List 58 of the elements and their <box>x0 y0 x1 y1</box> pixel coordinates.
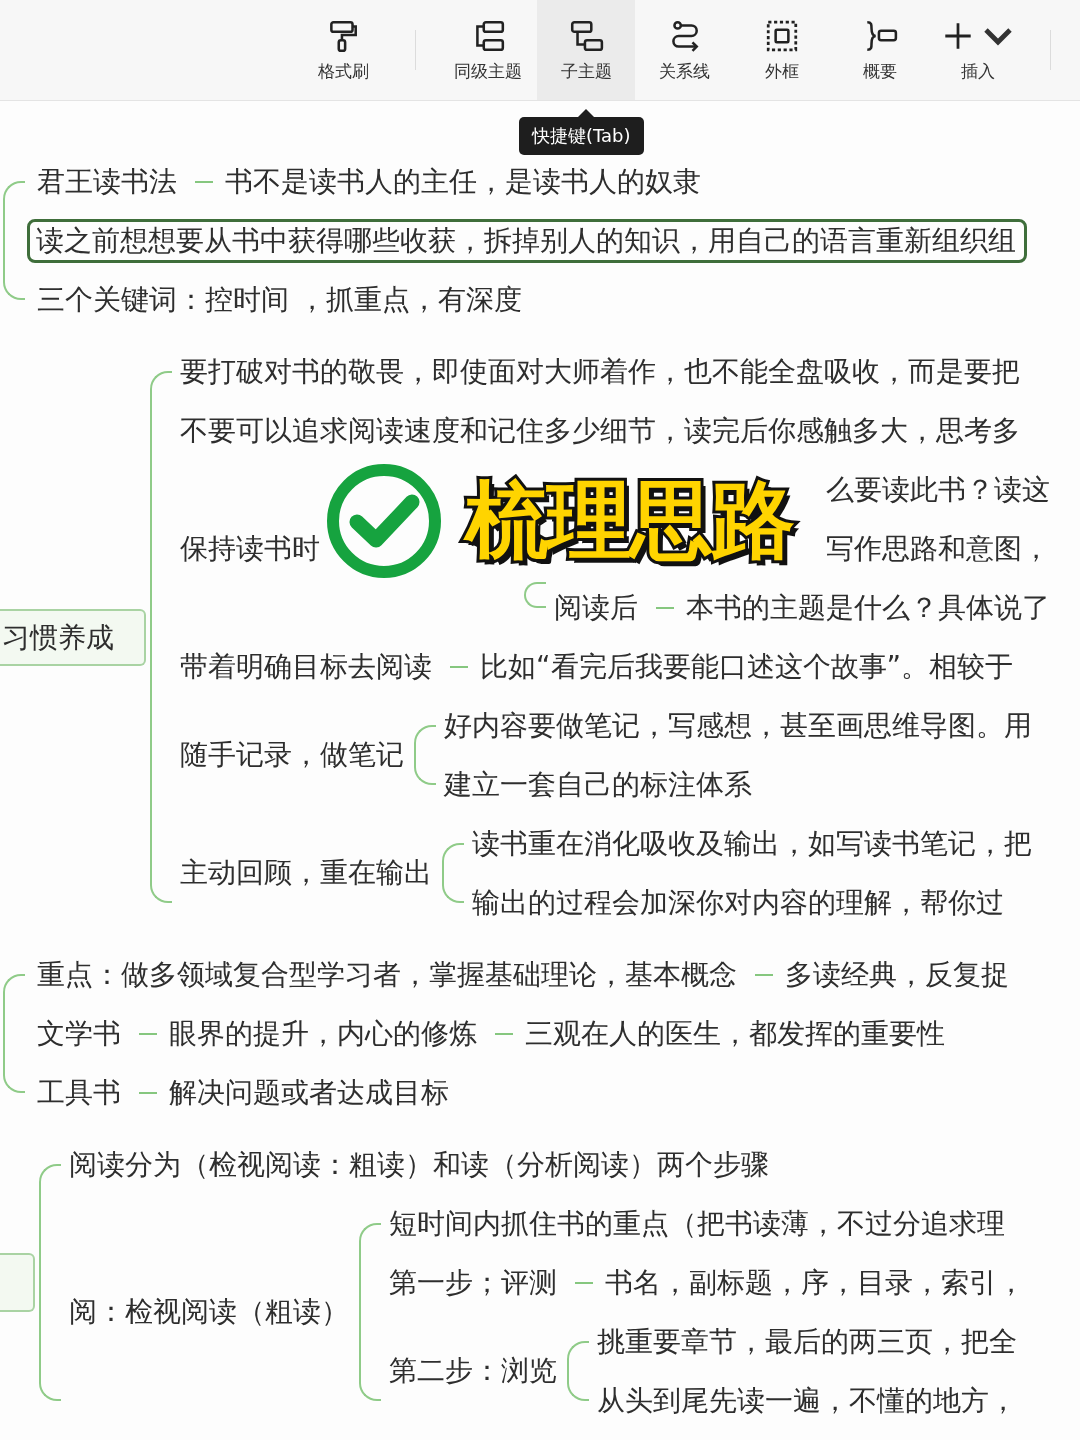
topic[interactable]: 保持读书时 <box>180 528 320 569</box>
topic[interactable]: 建立一套自己的标注体系 <box>444 764 752 805</box>
branch-line <box>442 843 464 903</box>
link-line <box>575 1281 593 1284</box>
topic-box[interactable]: 习惯养成 <box>0 608 146 666</box>
topic-box[interactable] <box>0 1253 35 1312</box>
branch-line <box>567 1341 589 1401</box>
topic[interactable]: 输出的过程会加深你对内容的理解，帮你过 <box>472 882 1004 923</box>
topic[interactable]: 带着明确目标去阅读 <box>180 646 432 687</box>
branch-line <box>524 582 546 608</box>
topic[interactable]: 阅读后 <box>554 587 638 628</box>
topic[interactable]: 眼界的提升，内心的修炼 <box>169 1013 477 1054</box>
topic[interactable]: 要打破对书的敬畏，即使面对大师着作，也不能全盘吸收，而是要把 <box>180 351 1020 392</box>
topic[interactable]: 不要可以追求阅读速度和记住多少细节，读完后你感触多大，思考多 <box>180 410 1020 451</box>
link-line <box>755 973 773 976</box>
topic[interactable]: 主动回顾，重在输出 <box>180 853 432 893</box>
toolbar-button[interactable]: 关系线 <box>635 0 733 100</box>
topic[interactable]: 阅：检视阅读（粗读） <box>69 1292 349 1332</box>
topic[interactable]: 短时间内抓住书的重点（把书读薄，不过分追求理 <box>389 1203 1005 1244</box>
topic[interactable]: 重点：做多领域复合型学习者，掌握基础理论，基本概念 <box>37 954 737 995</box>
toolbar-button[interactable]: 插入 <box>929 0 1027 100</box>
topic[interactable]: 解决问题或者达成目标 <box>169 1072 449 1113</box>
selected-topic[interactable]: 读之前想想要从书中获得哪些收获，拆掉别人的知识，用自己的语言重新组织组 <box>27 218 1027 263</box>
toolbar-button[interactable]: 格式刷 <box>294 0 392 100</box>
toolbar-button[interactable]: 外框 <box>733 0 831 100</box>
topic[interactable]: 书不是读书人的主任，是读书人的奴隶 <box>225 161 701 202</box>
link-line <box>450 665 468 668</box>
topic[interactable]: 三观在人的医生，都发挥的重要性 <box>525 1013 945 1054</box>
topic[interactable]: 比如“看完后我要能口述这个故事”。相较于 <box>480 646 1013 687</box>
branch-line <box>414 725 436 785</box>
topic[interactable]: 文学书 <box>37 1013 121 1054</box>
topic[interactable]: 本书的主题是什么？具体说了 <box>686 587 1050 628</box>
topic[interactable]: 挑重要章节，最后的两三页，把全 <box>597 1321 1017 1362</box>
link-line <box>195 180 213 183</box>
toolbar-button[interactable]: 概要 <box>831 0 929 100</box>
check-circle-icon <box>325 462 443 580</box>
link-line <box>139 1091 157 1094</box>
tooltip: 快捷键(Tab) <box>519 117 644 155</box>
link-line <box>139 1032 157 1035</box>
sticker-caption: 梳理思路 <box>465 470 793 571</box>
topic[interactable]: 么要读此书？读这 <box>826 469 1050 510</box>
link-line <box>656 606 674 609</box>
topic[interactable]: 好内容要做笔记，写感想，甚至画思维导图。用 <box>444 705 1032 746</box>
topic[interactable]: 写作思路和意图， <box>826 528 1050 569</box>
topic[interactable]: 第一步；评测 <box>389 1262 557 1303</box>
topic[interactable]: 多读经典，反复捉 <box>785 954 1009 995</box>
link-line <box>495 1032 513 1035</box>
toolbar-button[interactable]: 子主题 <box>537 0 635 100</box>
topic[interactable]: 君王读书法 <box>37 161 177 202</box>
topic[interactable]: 随手记录，做笔记 <box>180 735 404 775</box>
topic[interactable]: 从头到尾先读一遍，不懂的地方， <box>597 1380 1017 1421</box>
topic[interactable]: 书名，副标题，序，目录，索引， <box>605 1262 1025 1303</box>
toolbar-button[interactable]: 同级主题 <box>439 0 537 100</box>
topic[interactable]: 工具书 <box>37 1072 121 1113</box>
topic[interactable]: 读书重在消化吸收及输出，如写读书笔记，把 <box>472 823 1032 864</box>
topic[interactable]: 阅读分为（检视阅读：粗读）和读（分析阅读）两个步骤 <box>69 1144 769 1185</box>
topic[interactable]: 第二步：浏览 <box>389 1351 557 1391</box>
topic[interactable]: 三个关键词：控时间 ，抓重点，有深度 <box>37 279 522 320</box>
